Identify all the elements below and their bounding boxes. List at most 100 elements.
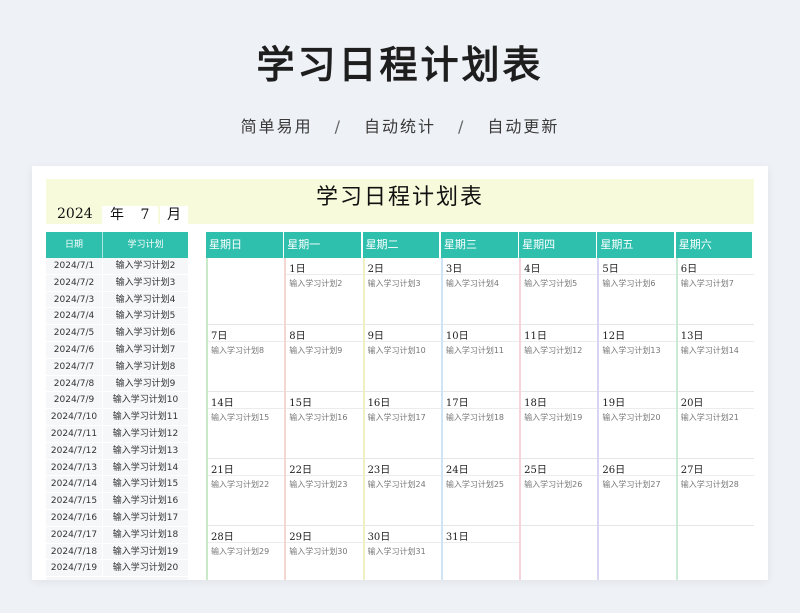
list-row[interactable]: 2024/7/15 输入学习计划16 — [46, 493, 188, 510]
calendar-day-cell[interactable]: 27日 输入学习计划28 — [677, 459, 754, 526]
list-plan: 输入学习计划4 — [115, 294, 176, 305]
calendar-day-cell[interactable]: 28日 输入学习计划29 — [208, 526, 285, 580]
day-plan: 输入学习计划4 — [445, 279, 499, 288]
calendar-day-cell[interactable]: 16日 输入学习计划17 — [364, 392, 441, 459]
day-plan: 输入学习计划9 — [289, 346, 343, 355]
calendar-day-cell — [521, 526, 597, 580]
calendar-day-cell[interactable]: 8日输入学习计划9 — [286, 325, 363, 392]
list-row[interactable]: 2024/7/5 输入学习计划6 — [46, 325, 188, 342]
calendar-day-cell[interactable]: 22日 输入学习计划23 — [286, 459, 363, 526]
calendar-day-cell[interactable]: 12日 输入学习计划13 — [599, 325, 676, 392]
list-row[interactable]: 2024/7/14 输入学习计划15 — [46, 476, 188, 494]
list-plan: 输入学习计划20 — [112, 563, 179, 574]
calendar-day-cell[interactable]: 24日 输入学习计划25 — [442, 459, 520, 526]
list-date: 2024/7/15 — [50, 496, 98, 507]
cell-divider — [442, 408, 520, 409]
plan-column-header: 学习计划 — [127, 240, 164, 250]
calendar-day-cell[interactable]: 30日 输入学习计划31 — [364, 526, 441, 580]
calendar-day-cell[interactable]: 17日 输入学习计划18 — [442, 392, 520, 459]
list-row[interactable]: 2024/7/2 输入学习计划3 — [46, 274, 188, 292]
list-row[interactable]: 2024/7/12 输入学习计划13 — [46, 442, 188, 460]
day-number: 13日 — [680, 331, 704, 342]
calendar-day-cell[interactable]: 26日 输入学习计划27 — [599, 459, 676, 526]
list-row[interactable]: 2024/7/17 输入学习计划18 — [46, 526, 188, 544]
day-number: 22日 — [289, 465, 313, 476]
list-plan: 输入学习计划14 — [112, 462, 179, 473]
calendar-day-cell[interactable]: 2日 输入学习计划3 — [364, 258, 441, 325]
calendar-day-cell[interactable]: 7日 输入学习计划8 — [208, 325, 285, 392]
list-row[interactable]: 2024/7/8 输入学习计划9 — [46, 375, 188, 393]
list-date: 2024/7/6 — [53, 344, 95, 355]
year-value[interactable]: 2024 — [57, 206, 93, 222]
cell-divider — [677, 274, 754, 275]
calendar-day-cell[interactable]: 11日输入学习计划12 — [521, 325, 598, 392]
tagline-item: 自动更新 — [487, 117, 560, 136]
calendar-day-cell — [208, 258, 285, 325]
day-plan: 输入学习计划2 — [289, 279, 343, 288]
day-number: 19日 — [602, 398, 626, 409]
list-row[interactable]: 2024/7/10 输入学习计划11 — [46, 409, 188, 426]
weekday-header: 星期四 — [519, 232, 596, 258]
calendar-grid: 星期日 星期一 星期二 星期三 星期四 星期五 星期六 1日 输入学习计划2 2日 输入学习计划3… — [206, 232, 754, 580]
calendar-day-cell[interactable]: 21日 输入学习计划22 — [208, 459, 285, 526]
list-plan: 输入学习计划9 — [115, 378, 176, 389]
calendar-day-cell[interactable]: 29日 输入学习计划30 — [286, 526, 363, 580]
cell-divider — [521, 408, 598, 409]
calendar-day-cell[interactable]: 3日 输入学习计划4 — [442, 258, 520, 325]
calendar-day-cell[interactable]: 1日输入学习计划2 — [286, 258, 363, 325]
day-number: 25日 — [524, 465, 547, 476]
day-number: 26日 — [602, 465, 626, 476]
list-plan: 输入学习计划12 — [112, 428, 179, 439]
list-row[interactable]: 2024/7/9 输入学习计划10 — [46, 392, 188, 410]
list-row[interactable]: 2024/7/16 输入学习计划17 — [46, 509, 188, 527]
calendar-day-cell[interactable]: 18日 输入学习计划19 — [521, 392, 598, 459]
cell-divider — [677, 341, 754, 342]
calendar-day-cell[interactable]: 19日输入学习计划20 — [599, 392, 676, 459]
day-plan: 输入学习计划12 — [524, 346, 583, 355]
list-row[interactable]: 2024/7/4 输入学习计划5 — [46, 308, 188, 326]
calendar-day-cell[interactable]: 10日 输入学习计划11 — [442, 325, 520, 392]
calendar-day-cell[interactable]: 9日 输入学习计划10 — [364, 325, 441, 392]
calendar-day-cell[interactable]: 13日 输入学习计划14 — [677, 325, 754, 392]
list-row[interactable]: 2024/7/11 输入学习计划12 — [46, 425, 188, 443]
list-row[interactable]: 2024/7/6 输入学习计划7 — [46, 341, 188, 359]
list-date: 2024/7/14 — [50, 479, 98, 490]
calendar-day-cell[interactable]: 20日 输入学习计划21 — [677, 392, 754, 459]
cell-divider — [208, 542, 285, 543]
list-row[interactable]: 2024/7/19 输入学习计划20 — [46, 560, 188, 578]
list-row[interactable]: 2024/7/1 输入学习计划2 — [46, 258, 188, 275]
cell-divider — [208, 341, 285, 342]
calendar-day-cell[interactable]: 6日 输入学习计划7 — [677, 258, 754, 325]
cell-divider — [599, 274, 676, 275]
cell-divider — [208, 408, 285, 409]
list-row[interactable]: 2024/7/3 输入学习计划4 — [46, 291, 188, 309]
day-number: 1日 — [289, 264, 306, 275]
list-plan: 输入学习计划15 — [112, 479, 179, 490]
list-row[interactable]: 2024/7/7 输入学习计划8 — [46, 358, 188, 376]
weekday-header: 星期一 — [284, 232, 362, 258]
day-number: 11日 — [524, 331, 547, 342]
month-value[interactable]: 7 — [132, 206, 158, 224]
calendar-day-cell[interactable]: 25日 输入学习计划26 — [521, 459, 598, 526]
day-number: 15日 — [289, 398, 313, 409]
calendar-day-cell[interactable]: 14日 输入学习计划15 — [208, 392, 285, 459]
list-plan: 输入学习计划13 — [112, 445, 179, 456]
calendar-day-cell[interactable]: 4日 输入学习计划5 — [521, 258, 598, 325]
list-date: 2024/7/5 — [53, 328, 95, 339]
day-plan: 输入学习计划29 — [211, 547, 270, 556]
list-plan: 输入学习计划11 — [112, 412, 179, 423]
calendar-day-cell[interactable]: 23日 输入学习计划24 — [364, 459, 441, 526]
list-row[interactable]: 2024/7/13 输入学习计划14 — [46, 459, 188, 477]
day-number: 14日 — [211, 398, 234, 409]
day-number: 2日 — [367, 264, 384, 275]
weekday-header: 星期五 — [597, 232, 675, 258]
day-plan: 输入学习计划20 — [602, 413, 661, 422]
day-plan: 输入学习计划13 — [602, 346, 661, 355]
day-number: 8日 — [289, 331, 306, 342]
calendar-day-cell[interactable]: 5日 输入学习计划6 — [599, 258, 676, 325]
day-number: 23日 — [367, 465, 391, 476]
list-plan: 输入学习计划16 — [112, 496, 179, 507]
calendar-day-cell[interactable]: 15日 输入学习计划16 — [286, 392, 363, 459]
calendar-day-cell[interactable]: 31日 — [442, 526, 520, 580]
list-row[interactable]: 2024/7/18 输入学习计划19 — [46, 543, 188, 561]
